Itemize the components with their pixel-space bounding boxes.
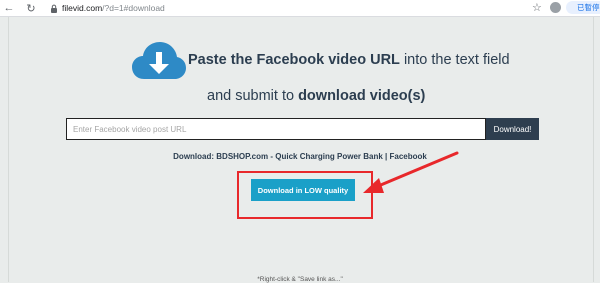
page-subtitle: and submit to download video(s) [207, 88, 425, 104]
facebook-url-input[interactable] [66, 118, 486, 140]
browser-toolbar: ← ↻ filevid.com/?d=1#download ☆ 已暫停 [0, 0, 600, 17]
download-submit-button[interactable]: Download! [486, 118, 539, 140]
page-title: Paste the Facebook video URL into the te… [188, 52, 510, 68]
title-bold-part: Paste the Facebook video URL [188, 52, 400, 68]
annotation-arrow-icon [363, 151, 459, 193]
address-bar[interactable]: filevid.com/?d=1#download [62, 0, 165, 16]
url-host: filevid.com [62, 3, 103, 13]
profile-status-badge[interactable]: 已暫停 [566, 1, 600, 14]
cloud-download-icon [132, 42, 186, 79]
reload-icon[interactable]: ↻ [24, 1, 38, 15]
lock-icon [50, 4, 58, 13]
download-low-quality-button[interactable]: Download in LOW quality [251, 179, 355, 201]
back-arrow-icon[interactable]: ← [2, 1, 16, 15]
title-rest-part: into the text field [399, 52, 510, 68]
url-path: /?d=1#download [102, 3, 165, 13]
subtitle-prefix: and submit to [207, 88, 299, 104]
subtitle-bold-part: download video(s) [298, 88, 426, 104]
bookmark-star-icon[interactable]: ☆ [532, 1, 542, 14]
video-title: Download: BDSHOP.com - Quick Charging Po… [173, 152, 427, 161]
avatar[interactable] [550, 2, 561, 13]
